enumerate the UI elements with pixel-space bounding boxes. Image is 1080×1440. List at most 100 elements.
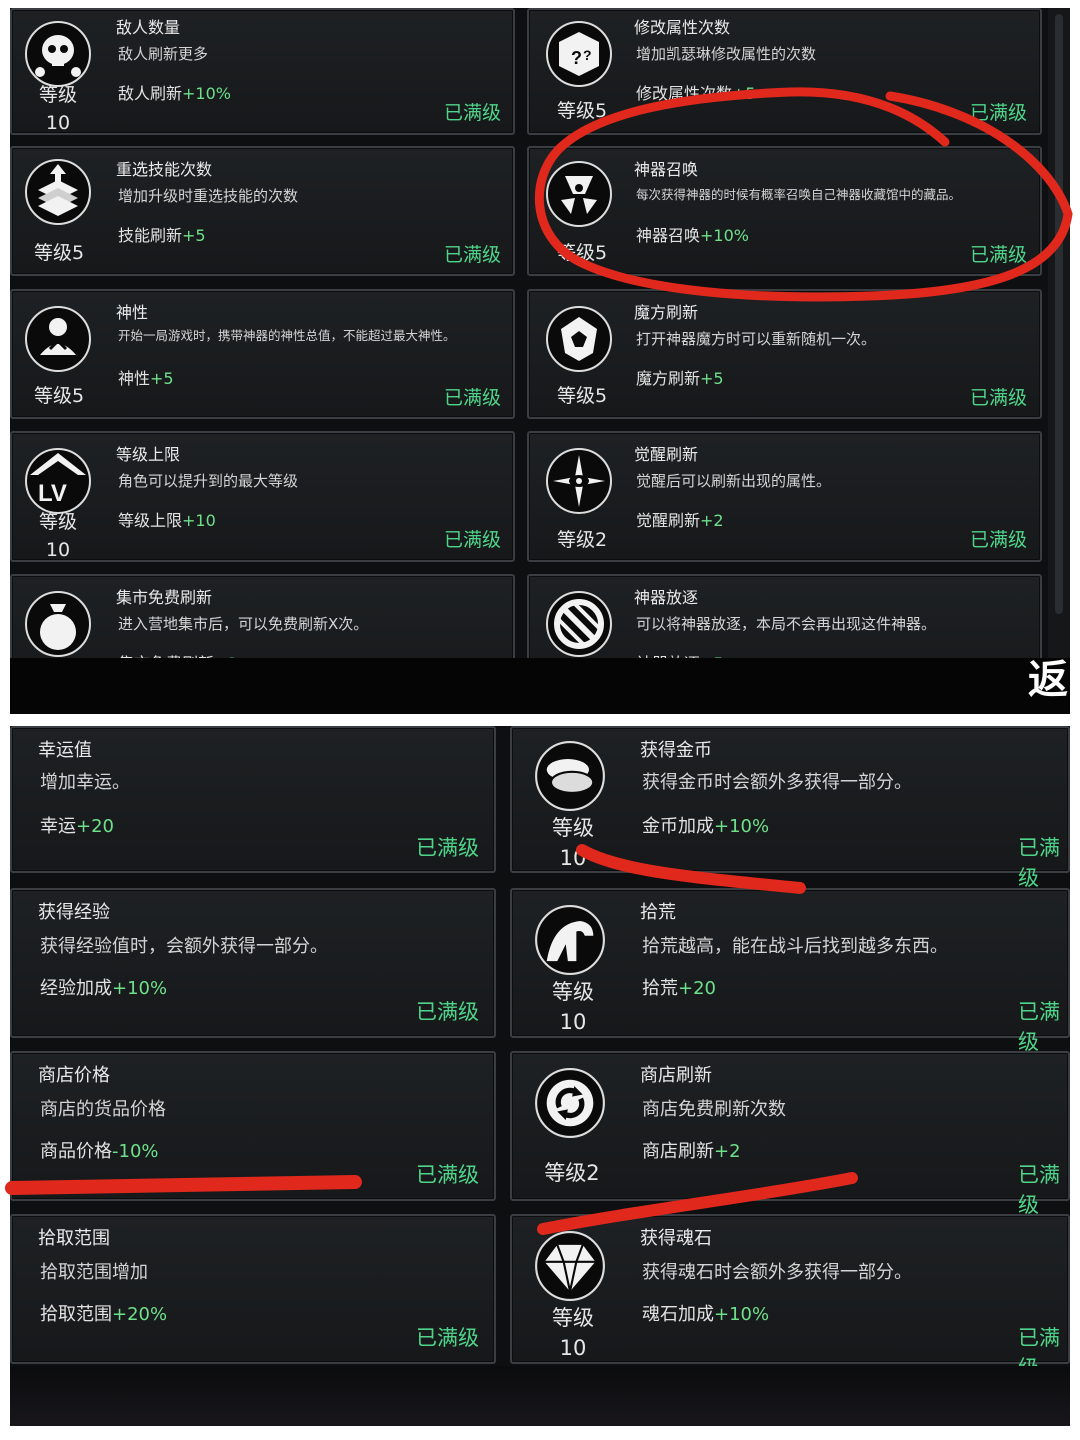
level-cap-icon-text: LV <box>38 480 67 507</box>
upgrade-card-shop-price[interactable]: 商店价格 商店的货品价格 商品价格-10% 已满级 <box>10 1051 496 1201</box>
max-level-badge: 已满级 <box>970 102 1028 124</box>
effect-label: 幸运 <box>40 816 76 837</box>
effect-label: 经验加成 <box>40 978 112 999</box>
level-number: 10 <box>559 846 587 870</box>
upgrade-card-shop-refresh[interactable]: 等级2 商店刷新 商店免费刷新次数 商店刷新+2 已满级 <box>510 1051 1070 1217</box>
card-description: 拾取范围增加 <box>40 1262 148 1283</box>
max-level-badge: 已满级 <box>416 836 479 860</box>
card-title: 商店价格 <box>38 1065 110 1086</box>
level-label: 等级 <box>38 84 77 106</box>
level-label: 等级2 <box>544 1161 600 1185</box>
max-level-badge: 已满级 <box>1018 1163 1060 1217</box>
level-label: 等级2 <box>556 529 608 551</box>
card-title: 神器放逐 <box>634 588 699 607</box>
level-number: 10 <box>559 1010 587 1034</box>
upgrade-card-pickup-range[interactable]: 拾取范围 拾取范围增加 拾取范围+20% 已满级 <box>10 1214 496 1364</box>
card-description: 觉醒后可以刷新出现的属性。 <box>636 472 832 490</box>
card-description: 商店的货品价格 <box>40 1099 166 1120</box>
card-title: 商店刷新 <box>640 1065 712 1086</box>
scrollbar-thumb[interactable] <box>1055 14 1063 614</box>
effect-value: +10% <box>714 816 770 837</box>
max-level-badge: 已满级 <box>416 1326 479 1350</box>
effect-value: +10% <box>700 226 749 245</box>
soul-gem-icon <box>535 1231 605 1301</box>
upgrade-card-luck[interactable]: 幸运值 增加幸运。 幸运+20 已满级 <box>10 726 496 873</box>
upgrade-card-gold-gain[interactable]: 等级 10 获得金币 获得金币时会额外多获得一部分。 金币加成+10% 已满级 <box>510 726 1070 890</box>
effect-label: 神器召唤 <box>636 226 701 245</box>
effect-value: +5 <box>700 369 724 388</box>
card-title: 等级上限 <box>116 445 181 464</box>
upgrade-card-divinity[interactable]: 等级5 神性 开始一局游戏时，携带神器的神性总值，不能超过最大神性。 神性+5 … <box>10 289 515 419</box>
max-level-badge: 已满级 <box>444 387 502 409</box>
upgrade-card-awakening-refresh[interactable]: 等级2 觉醒刷新 觉醒后可以刷新出现的属性。 觉醒刷新+2 已满级 <box>527 431 1042 562</box>
scrollbar[interactable] <box>1048 8 1070 658</box>
effect-label: 商品价格 <box>40 1141 112 1162</box>
level-label: 等级5 <box>556 385 608 407</box>
card-title: 觉醒刷新 <box>634 445 699 464</box>
card-description: 获得魂石时会额外多获得一部分。 <box>642 1262 912 1283</box>
money-bag-icon <box>25 591 91 657</box>
card-effect: 幸运+20 <box>40 812 114 838</box>
card-description: 拾荒越高，能在战斗后找到越多东西。 <box>642 936 948 957</box>
cards-icon <box>25 159 91 225</box>
bottom-bar <box>10 1366 1070 1426</box>
upgrade-card-artifact-summon[interactable]: 等级5 神器召唤 每次获得神器的时候有概率召唤自己神器收藏馆中的藏品。 神器召唤… <box>527 146 1042 276</box>
upgrade-card-enemy-count[interactable]: 等级 10 敌人数量 敌人刷新更多 敌人刷新+10% 已满级 <box>10 8 515 135</box>
card-title: 拾取范围 <box>38 1228 110 1249</box>
effect-label: 技能刷新 <box>118 226 183 245</box>
card-description: 进入营地集市后，可以免费刷新X次。 <box>118 615 369 633</box>
level-number: 10 <box>45 112 71 134</box>
effect-label: 敌人刷新 <box>118 84 183 103</box>
max-level-badge: 已满级 <box>444 529 502 551</box>
max-level-badge: 已满级 <box>444 244 502 266</box>
effect-label: 神性 <box>118 369 151 388</box>
max-level-badge: 已满级 <box>416 1000 479 1024</box>
card-title: 修改属性次数 <box>634 18 731 37</box>
card-effect: 商店刷新+2 <box>642 1137 741 1163</box>
max-level-badge: 已满级 <box>970 244 1028 266</box>
effect-value: +20% <box>112 1304 168 1325</box>
card-title: 敌人数量 <box>116 18 181 37</box>
upgrade-card-attribute-edits[interactable]: ? ? 等级5 修改属性次数 增加凯瑟琳修改属性的次数 修改属性次数+5 已满级 <box>527 8 1042 135</box>
card-title: 获得金币 <box>640 740 712 761</box>
card-title: 神性 <box>116 303 149 322</box>
level-label: 等级 <box>552 980 594 1004</box>
card-description: 开始一局游戏时，携带神器的神性总值，不能超过最大神性。 <box>118 328 456 343</box>
upgrade-card-level-cap[interactable]: LV 等级 10 等级上限 角色可以提升到的最大等级 等级上限+10 已满级 <box>10 431 515 562</box>
level-label: 等级 <box>552 1306 594 1330</box>
upgrade-card-exp-gain[interactable]: 获得经验 获得经验值时，会额外获得一部分。 经验加成+10% 已满级 <box>10 888 496 1038</box>
card-description: 每次获得神器的时候有概率召唤自己神器收藏馆中的藏品。 <box>636 187 962 202</box>
svg-text:?: ? <box>583 47 592 63</box>
level-number: 10 <box>45 539 71 561</box>
card-effect: 金币加成+10% <box>642 812 769 838</box>
effect-value: +20 <box>678 978 716 999</box>
card-title: 拾荒 <box>640 902 676 923</box>
card-effect: 敌人刷新+10% <box>118 80 231 104</box>
card-title: 获得魂石 <box>640 1228 712 1249</box>
effect-label: 拾荒 <box>642 978 678 999</box>
effect-value: +10% <box>714 1304 770 1325</box>
effect-label: 觉醒刷新 <box>636 511 701 530</box>
card-description: 增加凯瑟琳修改属性的次数 <box>636 45 817 63</box>
max-level-badge: 已满级 <box>416 1163 479 1187</box>
card-effect: 觉醒刷新+2 <box>636 507 724 531</box>
upgrade-card-skill-reroll[interactable]: 等级5 重选技能次数 增加升级时重选技能的次数 技能刷新+5 已满级 <box>10 146 515 276</box>
card-title: 魔方刷新 <box>634 303 699 322</box>
card-description: 角色可以提升到的最大等级 <box>118 472 299 490</box>
return-button-partial[interactable]: 返 <box>1028 660 1068 700</box>
upgrade-card-soulstone-gain[interactable]: 等级 10 获得魂石 获得魂石时会额外多获得一部分。 魂石加成+10% 已满级 <box>510 1214 1070 1380</box>
effect-label: 拾取范围 <box>40 1304 112 1325</box>
awakening-eye-icon <box>546 448 612 514</box>
effect-value: +5 <box>150 369 174 388</box>
level-label: 等级5 <box>556 242 608 264</box>
level-label: 等级 <box>38 511 77 533</box>
card-effect: 商品价格-10% <box>40 1137 159 1163</box>
level-number: 10 <box>559 1336 587 1360</box>
upgrade-card-scavenge[interactable]: 等级 10 拾荒 拾荒越高，能在战斗后找到越多东西。 拾荒+20 已满级 <box>510 888 1070 1054</box>
level-label: 等级5 <box>33 385 85 407</box>
card-description: 获得金币时会额外多获得一部分。 <box>642 772 912 793</box>
card-title: 神器召唤 <box>634 160 699 179</box>
upgrade-card-cube-refresh[interactable]: 等级5 魔方刷新 打开神器魔方时可以重新随机一次。 魔方刷新+5 已满级 <box>527 289 1042 419</box>
card-description: 打开神器魔方时可以重新随机一次。 <box>636 330 877 348</box>
card-effect: 等级上限+10 <box>118 507 216 531</box>
